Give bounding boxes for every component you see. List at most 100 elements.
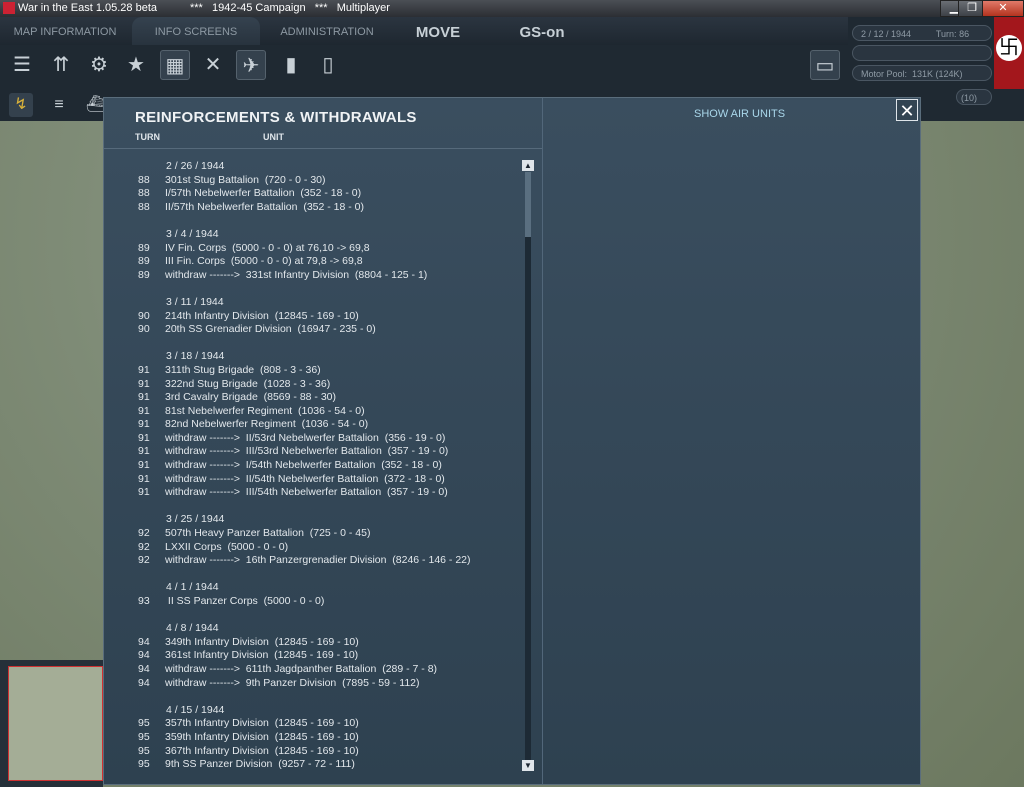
list-item[interactable]: 91 withdraw -------> III/54th Nebelwerfer… (104, 486, 519, 500)
unit-value: withdraw -------> I/54th Nebelwerfer Bat… (165, 459, 442, 472)
fuel-can-icon[interactable]: ▮ (276, 50, 306, 80)
list-item[interactable]: 88 301st Stug Battalion (720 - 0 - 30) (104, 174, 519, 188)
tab-gs-on[interactable]: GS-on (496, 17, 588, 45)
unit-value: withdraw -------> 9th Panzer Division (7… (165, 676, 420, 689)
list-item[interactable]: 88 I/57th Nebelwerfer Battalion (352 - 18… (104, 187, 519, 201)
german-flag-emblem: 卐 (994, 17, 1024, 89)
supply-path-icon[interactable]: ↯ (9, 93, 33, 117)
tab-map-information[interactable]: MAP INFORMATION (0, 17, 130, 45)
unit-value: withdraw -------> 16th Panzergrenadier D… (165, 554, 471, 567)
header-divider (104, 148, 542, 149)
list-item[interactable]: 89 IV Fin. Corps (5000 - 0 - 0) at 76,10 … (104, 242, 519, 256)
turn-value: 94 (138, 676, 150, 689)
turn-value: 91 (138, 486, 150, 499)
list-item[interactable]: 95 367th Infantry Division (12845 - 169 -… (104, 745, 519, 759)
list-item[interactable]: 91 82nd Nebelwerfer Regiment (1036 - 54 -… (104, 418, 519, 432)
unit-value: 357th Infantry Division (12845 - 169 - 1… (165, 717, 359, 730)
unit-value: 20th SS Grenadier Division (16947 - 235 … (165, 323, 376, 336)
list-item[interactable]: 91 withdraw -------> III/53rd Nebelwerfer… (104, 445, 519, 459)
app-icon (3, 2, 15, 14)
stack-list-icon[interactable]: ☰ (7, 50, 37, 80)
scroll-down-button[interactable]: ▼ (522, 760, 534, 771)
turn-number: Turn: 86 (935, 29, 970, 39)
reinforce-arrows-icon[interactable]: ⇈ (46, 50, 76, 80)
close-window-button[interactable]: ✕ (982, 0, 1024, 17)
list-item[interactable]: 90 214th Infantry Division (12845 - 169 -… (104, 310, 519, 324)
list-item[interactable]: 94 349th Infantry Division (12845 - 169 -… (104, 636, 519, 650)
list-item[interactable]: 91 withdraw -------> II/53rd Nebelwerfer … (104, 432, 519, 446)
list-item[interactable]: 92 507th Heavy Panzer Battalion (725 - 0 … (104, 527, 519, 541)
turn-value: 91 (138, 445, 150, 458)
counter-badge[interactable]: (10) (956, 89, 992, 105)
turn-value: 92 (138, 527, 150, 540)
list-item[interactable]: 91 3rd Cavalry Brigade (8569 - 88 - 30) (104, 391, 519, 405)
window-title: War in the East 1.05.28 beta (18, 2, 158, 14)
unit-value: 359th Infantry Division (12845 - 169 - 1… (165, 730, 359, 743)
unit-value: 3rd Cavalry Brigade (8569 - 88 - 30) (165, 391, 336, 404)
turn-value: 94 (138, 635, 150, 648)
unit-value: 311th Stug Brigade (808 - 3 - 36) (165, 363, 321, 376)
list-item[interactable]: 94 withdraw -------> 611th Jagdpanther Ba… (104, 663, 519, 677)
chart-grid-icon[interactable]: ▦ (160, 50, 190, 80)
rail-icon[interactable]: ≡ (47, 93, 71, 117)
column-header-turn[interactable]: TURN (135, 132, 160, 142)
dialog-title: REINFORCEMENTS & WITHDRAWALS (135, 109, 417, 126)
unit-value: 301st Stug Battalion (720 - 0 - 30) (165, 173, 326, 186)
document-icon[interactable]: ▯ (313, 50, 343, 80)
list-item[interactable]: 90 20th SS Grenadier Division (16947 - 23… (104, 323, 519, 337)
reinforcement-list[interactable]: 2 / 26 / 1944 88 301st Stug Battalion (720… (104, 160, 519, 770)
date-label: 2 / 26 / 1944 (166, 160, 225, 172)
minimap[interactable] (0, 660, 103, 787)
unit-value: 82nd Nebelwerfer Regiment (1036 - 54 - 0… (165, 418, 369, 431)
turn-value: 91 (138, 377, 150, 390)
list-item[interactable]: 91 withdraw -------> I/54th Nebelwerfer B… (104, 459, 519, 473)
turn-value: 95 (138, 717, 150, 730)
scroll-thumb[interactable] (525, 172, 531, 237)
list-item[interactable]: 91 311th Stug Brigade (808 - 3 - 36) (104, 364, 519, 378)
list-item[interactable]: 95 9th SS Panzer Division (9257 - 72 - 11… (104, 758, 519, 770)
star-icon[interactable]: ★ (121, 50, 151, 80)
crossed-tools-icon[interactable]: ✕ (198, 50, 228, 80)
aircraft-icon[interactable]: ✈ (236, 50, 266, 80)
minimap-view[interactable] (8, 666, 103, 781)
list-item[interactable]: 95 357th Infantry Division (12845 - 169 -… (104, 717, 519, 731)
list-item[interactable]: 91 withdraw -------> II/54th Nebelwerfer … (104, 473, 519, 487)
scroll-up-button[interactable]: ▲ (522, 160, 534, 171)
turn-value: 93 (138, 595, 150, 607)
turn-value: 91 (138, 459, 150, 472)
tab-info-screens[interactable]: INFO SCREENS (132, 17, 260, 45)
tab-administration[interactable]: ADMINISTRATION (262, 17, 392, 45)
list-scrollbar[interactable]: ▲ ▼ (522, 160, 534, 772)
column-header-unit[interactable]: UNIT (263, 132, 284, 142)
gear-icon[interactable]: ⚙ (84, 50, 114, 80)
turn-value: 89 (138, 255, 150, 268)
list-item[interactable]: 89 III Fin. Corps (5000 - 0 - 0) at 79,8 … (104, 255, 519, 269)
date-label: 3 / 25 / 1944 (166, 513, 225, 526)
screen-toggle-icon[interactable]: ▭ (810, 50, 840, 80)
close-dialog-button[interactable]: ✕ (896, 99, 918, 121)
show-air-units-link[interactable]: SHOW AIR UNITS (694, 108, 785, 120)
date-label: 4 / 8 / 1944 (166, 622, 219, 635)
unit-value: withdraw -------> II/54th Nebelwerfer Ba… (165, 472, 445, 485)
list-item[interactable]: 91 322nd Stug Brigade (1028 - 3 - 36) (104, 378, 519, 392)
list-item[interactable]: 88 II/57th Nebelwerfer Battalion (352 - 1… (104, 201, 519, 215)
scroll-track[interactable] (525, 172, 531, 760)
list-item[interactable]: 93 II SS Panzer Corps (5000 - 0 - 0) (104, 595, 519, 609)
list-item[interactable]: 94 withdraw -------> 9th Panzer Division … (104, 677, 519, 691)
list-item[interactable]: 92 withdraw -------> 16th Panzergrenadier… (104, 554, 519, 568)
unit-value: II SS Panzer Corps (5000 - 0 - 0) (165, 595, 325, 607)
list-item[interactable]: 89 withdraw -------> 331st Infantry Divis… (104, 269, 519, 283)
unit-value: 349th Infantry Division (12845 - 169 - 1… (165, 635, 359, 648)
turn-value: 91 (138, 431, 150, 444)
tab-move[interactable]: MOVE (392, 17, 484, 45)
list-item[interactable]: 92 LXXII Corps (5000 - 0 - 0) (104, 541, 519, 555)
list-item[interactable]: 94 361st Infantry Division (12845 - 169 -… (104, 649, 519, 663)
unit-value: withdraw -------> III/53rd Nebelwerfer B… (165, 445, 449, 458)
list-item[interactable]: 95 359th Infantry Division (12845 - 169 -… (104, 731, 519, 745)
turn-value: 89 (138, 268, 150, 281)
unit-value: 361st Infantry Division (12845 - 169 - 1… (165, 649, 359, 662)
list-item[interactable]: 91 81st Nebelwerfer Regiment (1036 - 54 -… (104, 405, 519, 419)
